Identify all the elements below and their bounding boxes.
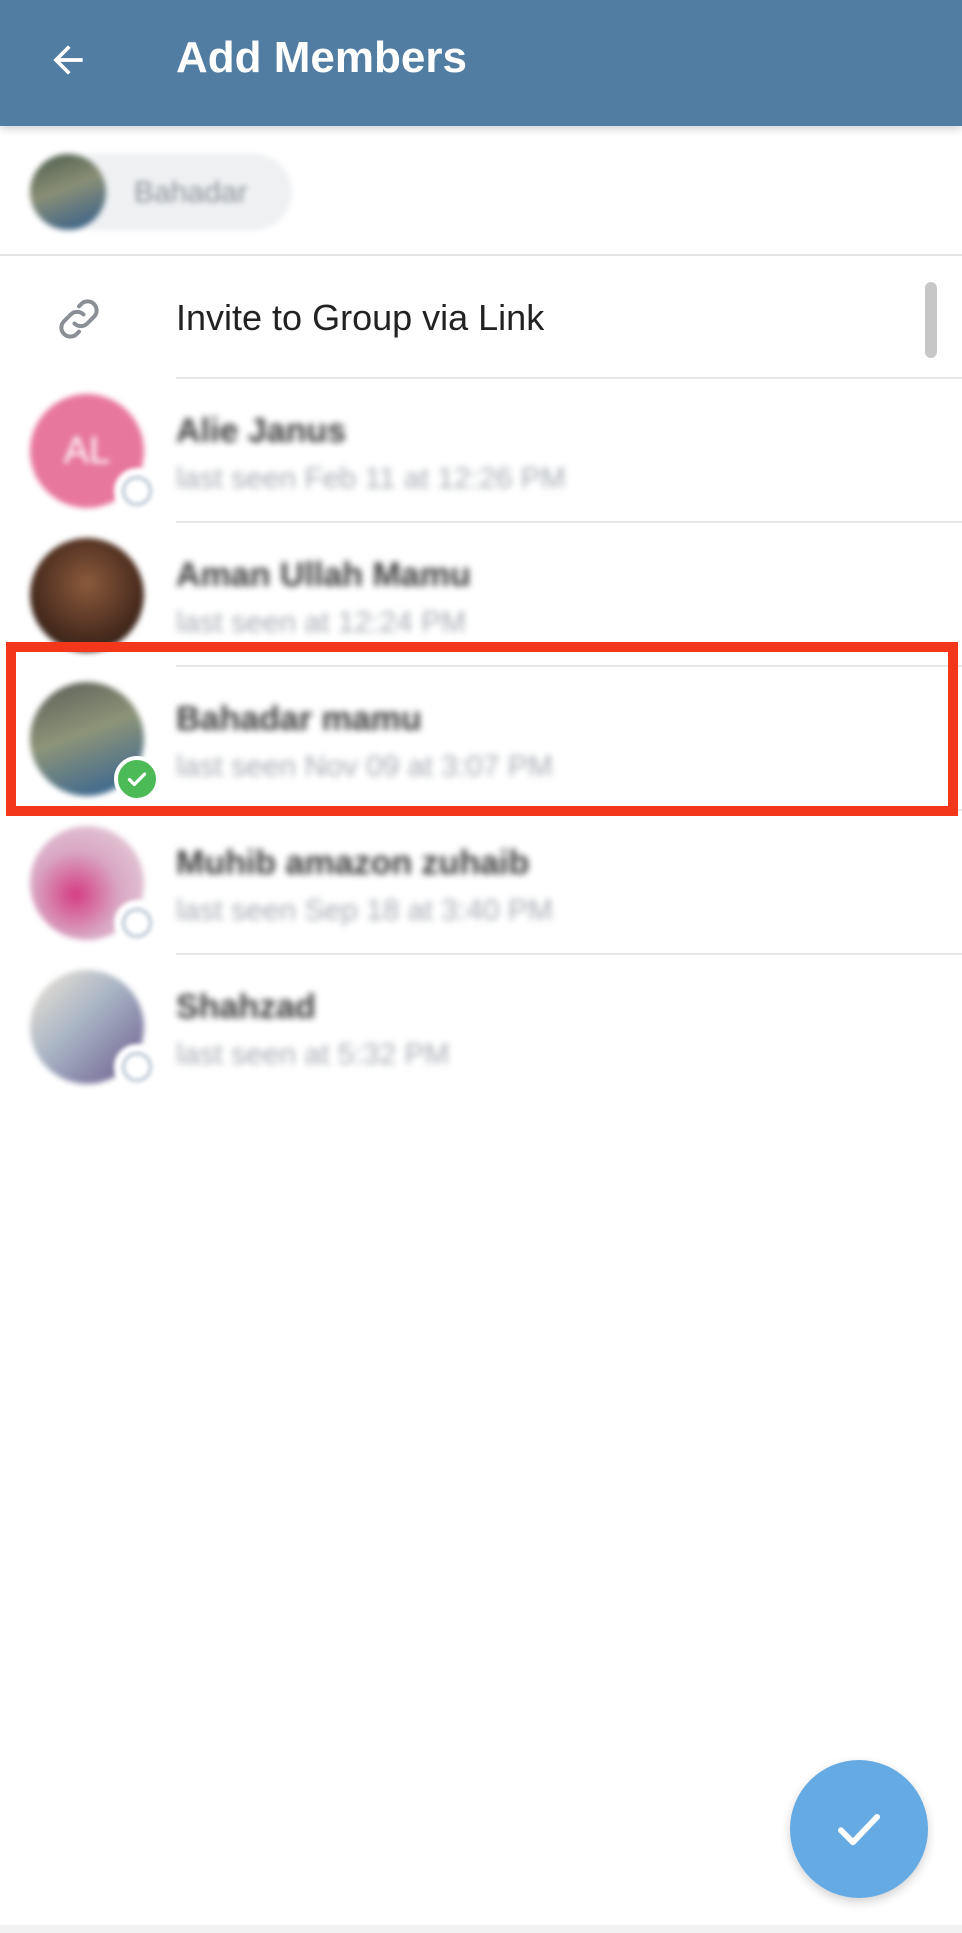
chip-label: Bahadar [134,176,248,209]
contact-row[interactable]: Muhib amazon zuhaib last seen Sep 18 at … [0,810,962,952]
contact-status: last seen Nov 09 at 3:07 PM [176,750,553,783]
unchecked-circle-icon [114,1044,160,1090]
selected-members-bar: Bahadar [0,126,962,256]
contact-status: last seen at 12:24 PM [176,606,467,639]
contact-name: Shahzad [176,988,316,1026]
bottom-edge [0,1925,962,1933]
contact-status: last seen at 5:32 PM [176,1038,450,1071]
confirm-fab-button[interactable] [790,1760,928,1898]
link-icon [59,299,99,339]
unchecked-circle-icon [114,468,160,514]
contact-row-selected[interactable]: Bahadar mamu last seen Nov 09 at 3:07 PM [0,666,962,808]
contact-row[interactable]: AL Alie Janus last seen Feb 11 at 12:26 … [0,378,962,520]
invite-via-link-row[interactable]: Invite to Group via Link [0,256,962,378]
invite-link-label: Invite to Group via Link [176,297,545,338]
selected-member-chip[interactable]: Bahadar [30,154,292,230]
avatar [30,538,144,652]
scrollbar[interactable] [925,282,937,358]
avatar [30,154,106,230]
arrow-back-icon [53,45,83,75]
contact-status: last seen Feb 11 at 12:26 PM [176,462,566,495]
contact-name: Muhib amazon zuhaib [176,844,530,882]
contact-row[interactable]: Aman Ullah Mamu last seen at 12:24 PM [0,522,962,664]
app-header: Add Members [0,0,962,126]
page-title: Add Members [176,33,467,82]
contact-name: Bahadar mamu [176,700,422,738]
contact-row[interactable]: Shahzad last seen at 5:32 PM [0,954,962,1096]
contact-name: Aman Ullah Mamu [176,556,471,594]
check-icon [837,1814,881,1846]
unchecked-circle-icon [114,900,160,946]
back-button[interactable] [36,28,100,92]
check-badge-icon [114,756,160,802]
contact-name: Alie Janus [176,412,347,450]
contact-status: last seen Sep 18 at 3:40 PM [176,894,553,927]
